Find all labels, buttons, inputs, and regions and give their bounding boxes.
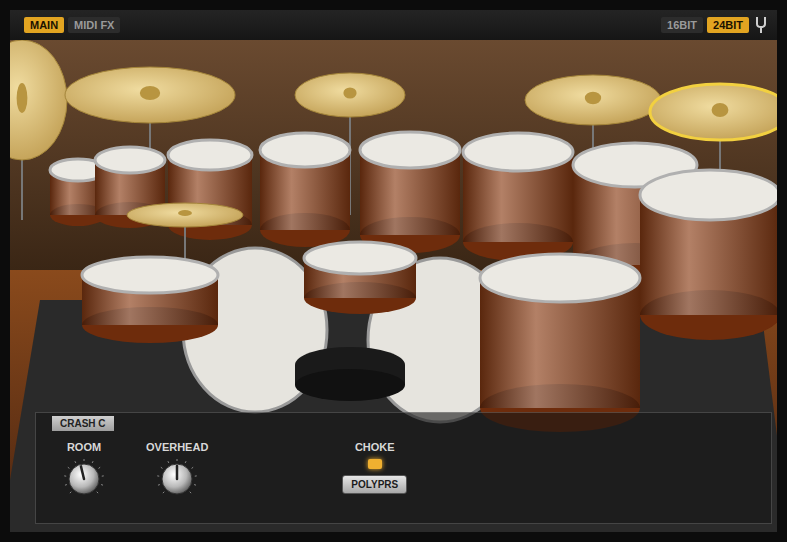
tuning-fork-icon[interactable] [753,16,769,34]
knob-label: OVERHEAD [146,441,208,453]
controls-row: ROOM OVERHEAD CHOKE POLYPRS [36,431,771,507]
drum[interactable] [82,257,218,343]
drum[interactable] [463,133,573,261]
drum[interactable] [480,254,640,432]
kit-view: CRASH C ROOM OVERHEAD CHOKE POLYPRS [10,40,777,532]
top-bar: MAINMIDI FX 16BIT24BIT [10,10,777,40]
bit-depth-button[interactable]: 24BIT [707,17,749,33]
knob-control: OVERHEAD [146,441,208,499]
knob-label: ROOM [67,441,101,453]
tab[interactable]: MIDI FX [68,17,120,33]
tab-group: MAINMIDI FX [24,17,120,33]
drum[interactable] [640,170,777,340]
knob[interactable] [64,459,104,499]
knob-control: ROOM [56,441,112,499]
choke-label: CHOKE [355,441,395,453]
choke-mode-button[interactable]: POLYPRS [342,475,407,494]
bit-depth-button[interactable]: 16BIT [661,17,703,33]
choke-control: CHOKE POLYPRS [342,441,407,494]
tab[interactable]: MAIN [24,17,64,33]
instrument-panel: CRASH C ROOM OVERHEAD CHOKE POLYPRS [35,412,772,524]
knob[interactable] [157,459,197,499]
instrument-title: CRASH C [52,416,114,431]
choke-led[interactable] [368,459,382,469]
drum[interactable] [360,132,460,253]
drum[interactable] [260,133,350,247]
bit-depth-group: 16BIT24BIT [661,16,769,34]
drum[interactable] [304,242,416,314]
plugin-window: MAINMIDI FX 16BIT24BIT CRASH C ROOM OVERHEAD… [0,0,787,542]
